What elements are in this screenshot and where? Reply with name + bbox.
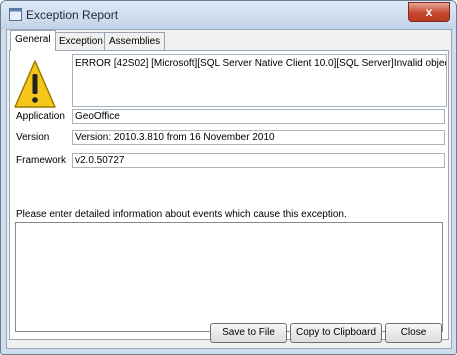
details-textarea[interactable]: [15, 222, 443, 332]
window-close-button[interactable]: x: [408, 2, 450, 22]
tab-assemblies[interactable]: Assemblies: [104, 32, 166, 50]
general-tab-page: ERROR [42S02] [Microsoft][SQL Server Nat…: [9, 50, 449, 340]
copy-to-clipboard-button[interactable]: Copy to Clipboard: [290, 323, 382, 343]
error-message-box[interactable]: ERROR [42S02] [Microsoft][SQL Server Nat…: [72, 54, 447, 107]
application-label: Application: [16, 111, 65, 122]
tab-general[interactable]: General: [10, 30, 56, 51]
app-window-icon: [9, 8, 22, 21]
client-area: General Exception Assemblies ERROR [42S0…: [6, 29, 452, 349]
details-prompt: Please enter detailed information about …: [16, 209, 347, 220]
framework-label: Framework: [16, 155, 67, 166]
save-to-file-button[interactable]: Save to File: [210, 323, 287, 343]
warning-icon: [14, 60, 56, 108]
window-title: Exception Report: [26, 8, 119, 22]
framework-field[interactable]: v2.0.50727: [72, 153, 445, 168]
tab-exception[interactable]: Exception: [54, 32, 108, 50]
version-field[interactable]: Version: 2010.3.810 from 16 November 201…: [72, 130, 445, 145]
exception-report-window: Exception Report x General Exception Ass…: [0, 0, 457, 355]
application-field[interactable]: GeoOffice: [72, 109, 445, 124]
close-button[interactable]: Close: [385, 323, 442, 343]
title-bar[interactable]: Exception Report x: [1, 1, 456, 29]
version-label: Version: [16, 132, 50, 143]
